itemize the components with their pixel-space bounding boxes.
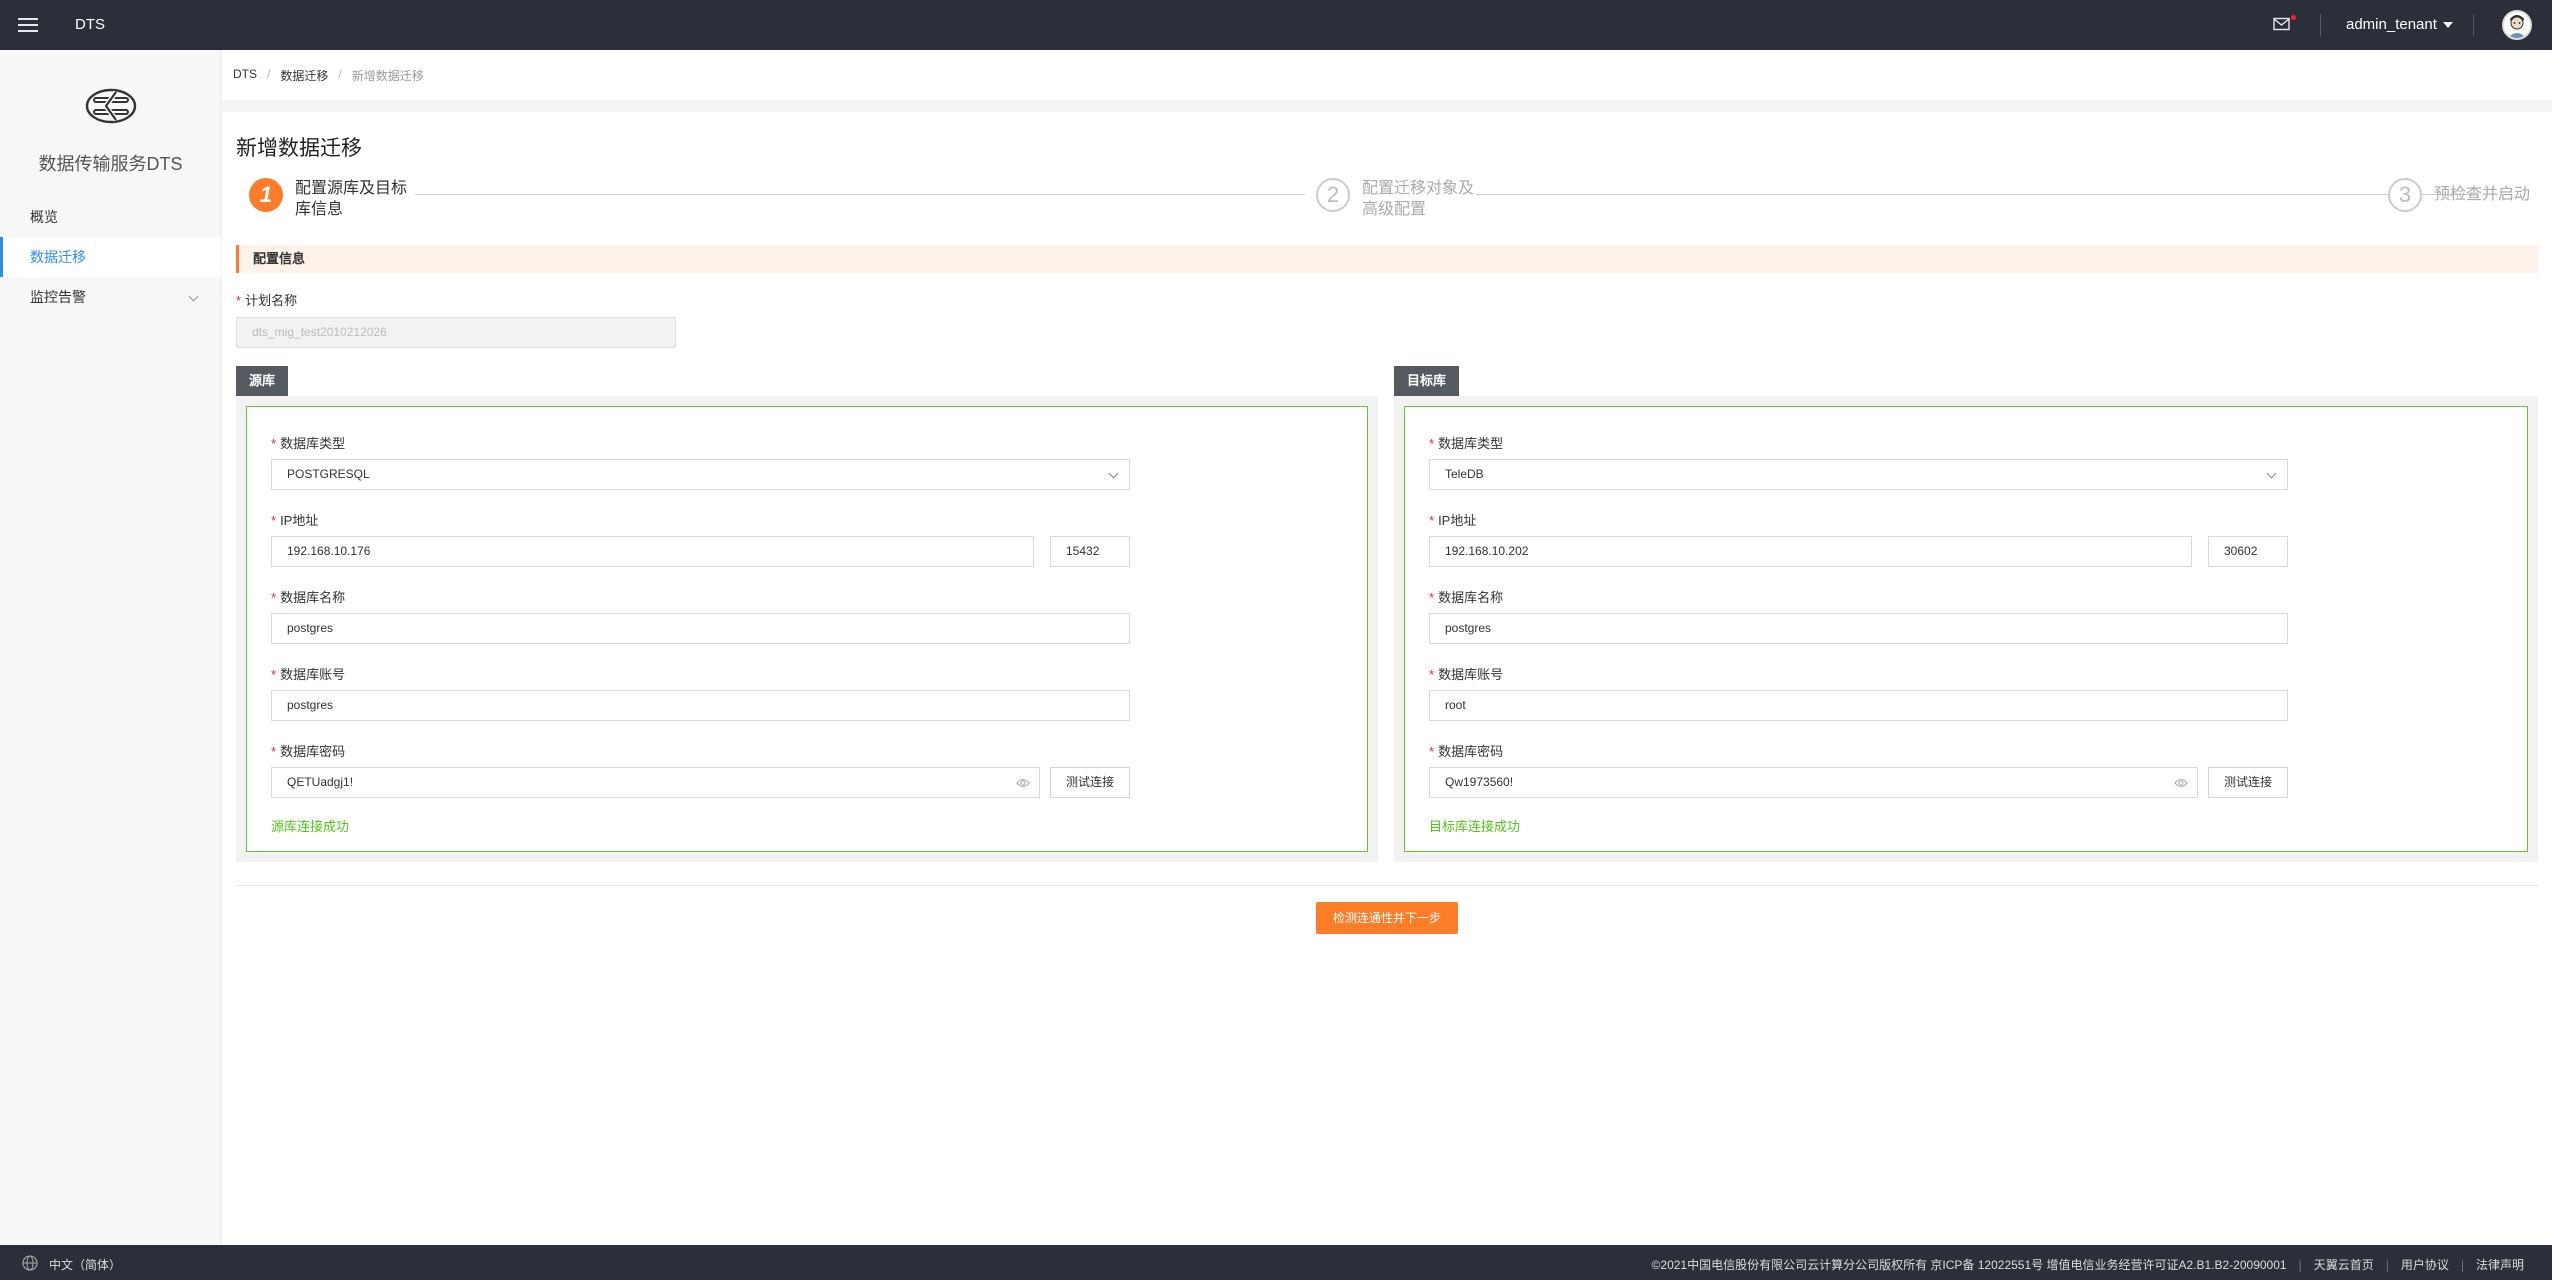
footer: 中文（简体） ©2021中国电信股份有限公司云计算分公司版权所有 京ICP备 1… [0,1245,2552,1280]
check-and-next-button[interactable]: 检测连通性并下一步 [1316,902,1458,934]
step-label: 预检查并启动 [2434,186,2531,203]
plan-name-input[interactable]: dts_mig_test2010212026 [236,317,676,348]
sidebar-item-data-migration[interactable]: 数据迁移 [0,237,221,277]
target-ip-input[interactable]: 192.168.10.202 [1429,536,2192,567]
step-number: 2 [1316,178,1350,212]
chevron-down-icon [2266,468,2277,479]
user-menu[interactable]: admin_tenant [2346,16,2437,33]
source-db-tag: 源库 [236,366,289,396]
db-type-label: * 数据库类型 [271,436,346,451]
footer-links: ©2021中国电信股份有限公司云计算分公司版权所有 京ICP备 12022551… [1652,1256,2524,1273]
footer-separator: | [2298,1257,2302,1272]
account-label: * 数据库账号 [1429,667,1504,682]
chevron-down-icon [1108,468,1119,479]
step-2: 2 配置迁移对象及高级配置 [1316,178,1477,220]
step-connector [1476,194,2476,195]
step-number: 1 [249,178,283,212]
sidebar-item-overview[interactable]: 概览 [0,197,221,237]
select-value: TeleDB [1445,467,1484,481]
target-db-type-select[interactable]: TeleDB [1429,459,2288,490]
avatar[interactable] [2502,10,2532,40]
footer-separator: | [2460,1257,2464,1272]
language-switcher[interactable]: 中文（简体） [49,1256,121,1273]
source-test-connection-button[interactable]: 测试连接 [1050,767,1130,798]
target-db-name-input[interactable]: postgres [1429,613,2288,644]
step-label: 配置迁移对象及高级配置 [1362,180,1475,218]
target-db-tag: 目标库 [1394,366,1460,396]
db-name-label: * 数据库名称 [271,590,346,605]
target-db-form: * 数据库类型 TeleDB * IP地址 192.168.10.202 30602… [1404,406,2528,852]
footer-separator: | [2385,1257,2389,1272]
step-1: 1 配置源库及目标库信息 [249,178,410,220]
step-3: 3 预检查并启动 [2388,178,2544,212]
sidebar-item-label: 概览 [30,209,58,225]
main-panel: 新增数据迁移 1 配置源库及目标库信息 2 配置迁移对象及高级配置 3 预检查并… [222,112,2552,1245]
eye-icon[interactable] [1016,777,1030,789]
mail-icon[interactable] [2273,17,2290,31]
footer-link-user-agreement[interactable]: 用户协议 [2401,1256,2449,1273]
target-port-input[interactable]: 30602 [2208,536,2288,567]
account-label: * 数据库账号 [271,667,346,682]
top-bar: DTS admin_tenant [0,0,2552,50]
footer-link-home[interactable]: 天翼云首页 [2314,1256,2374,1273]
ip-label: * IP地址 [1429,513,1477,528]
breadcrumb-current: 新增数据迁移 [351,69,424,83]
globe-icon [22,1255,38,1271]
step-label: 配置源库及目标库信息 [295,180,408,218]
target-test-connection-button[interactable]: 测试连接 [2208,767,2288,798]
source-port-input[interactable]: 15432 [1050,536,1130,567]
source-password-input[interactable]: QETUadgj1! [271,767,1040,798]
page-title: 新增数据迁移 [236,137,362,160]
password-value: Qw1973560! [1445,775,1514,789]
hamburger-menu-icon[interactable] [18,14,38,36]
source-db-name-input[interactable]: postgres [271,613,1130,644]
select-value: POSTGRESQL [287,467,370,481]
step-connector [415,194,1305,195]
copyright-text: ©2021中国电信股份有限公司云计算分公司版权所有 京ICP备 12022551… [1651,1258,2287,1272]
dts-logo-icon [85,88,137,124]
target-account-input[interactable]: root [1429,690,2288,721]
db-type-label: * 数据库类型 [1429,436,1504,451]
breadcrumb-separator: / [338,67,342,81]
section-header: 配置信息 [236,245,2538,273]
breadcrumb-dts[interactable]: DTS [233,67,257,84]
source-db-form: * 数据库类型 POSTGRESQL * IP地址 192.168.10.176 1… [246,406,1368,852]
eye-icon[interactable] [2174,777,2188,789]
step-number: 3 [2388,178,2422,212]
divider [236,885,2538,886]
sidebar-item-label: 监控告警 [30,289,86,305]
password-label: * 数据库密码 [271,744,346,759]
source-ip-input[interactable]: 192.168.10.176 [271,536,1034,567]
footer-link-legal[interactable]: 法律声明 [2476,1256,2524,1273]
target-db-panel: * 数据库类型 TeleDB * IP地址 192.168.10.202 30602… [1394,396,2538,862]
password-label: * 数据库密码 [1429,744,1504,759]
target-connection-status: 目标库连接成功 [1429,819,1521,834]
chevron-down-icon [188,291,199,302]
sidebar: 数据传输服务DTS 概览 数据迁移 监控告警 [0,50,221,1245]
sidebar-item-label: 数据迁移 [30,249,86,265]
plan-name-label: * 计划名称 [236,293,298,308]
target-password-input[interactable]: Qw1973560! [1429,767,2198,798]
source-account-input[interactable]: postgres [271,690,1130,721]
divider [2320,14,2321,36]
breadcrumb-bar: DTS / 数据迁移 / 新增数据迁移 [222,50,2552,100]
source-connection-status: 源库连接成功 [271,819,350,834]
service-name: 数据传输服务DTS [38,154,183,174]
required-mark: * [236,293,242,308]
sidebar-item-monitoring[interactable]: 监控告警 [0,277,221,317]
source-db-panel: * 数据库类型 POSTGRESQL * IP地址 192.168.10.176 1… [236,396,1378,862]
caret-down-icon[interactable] [2443,22,2453,28]
source-db-type-select[interactable]: POSTGRESQL [271,459,1130,490]
notification-dot [2291,15,2296,20]
divider [2473,14,2474,36]
password-value: QETUadgj1! [287,775,354,789]
app-title: DTS [75,16,105,33]
breadcrumb-separator: / [267,67,271,81]
breadcrumb-data-migration[interactable]: 数据迁移 [280,67,328,84]
db-name-label: * 数据库名称 [1429,590,1504,605]
ip-label: * IP地址 [271,513,319,528]
breadcrumb: DTS / 数据迁移 / 新增数据迁移 [233,67,424,84]
